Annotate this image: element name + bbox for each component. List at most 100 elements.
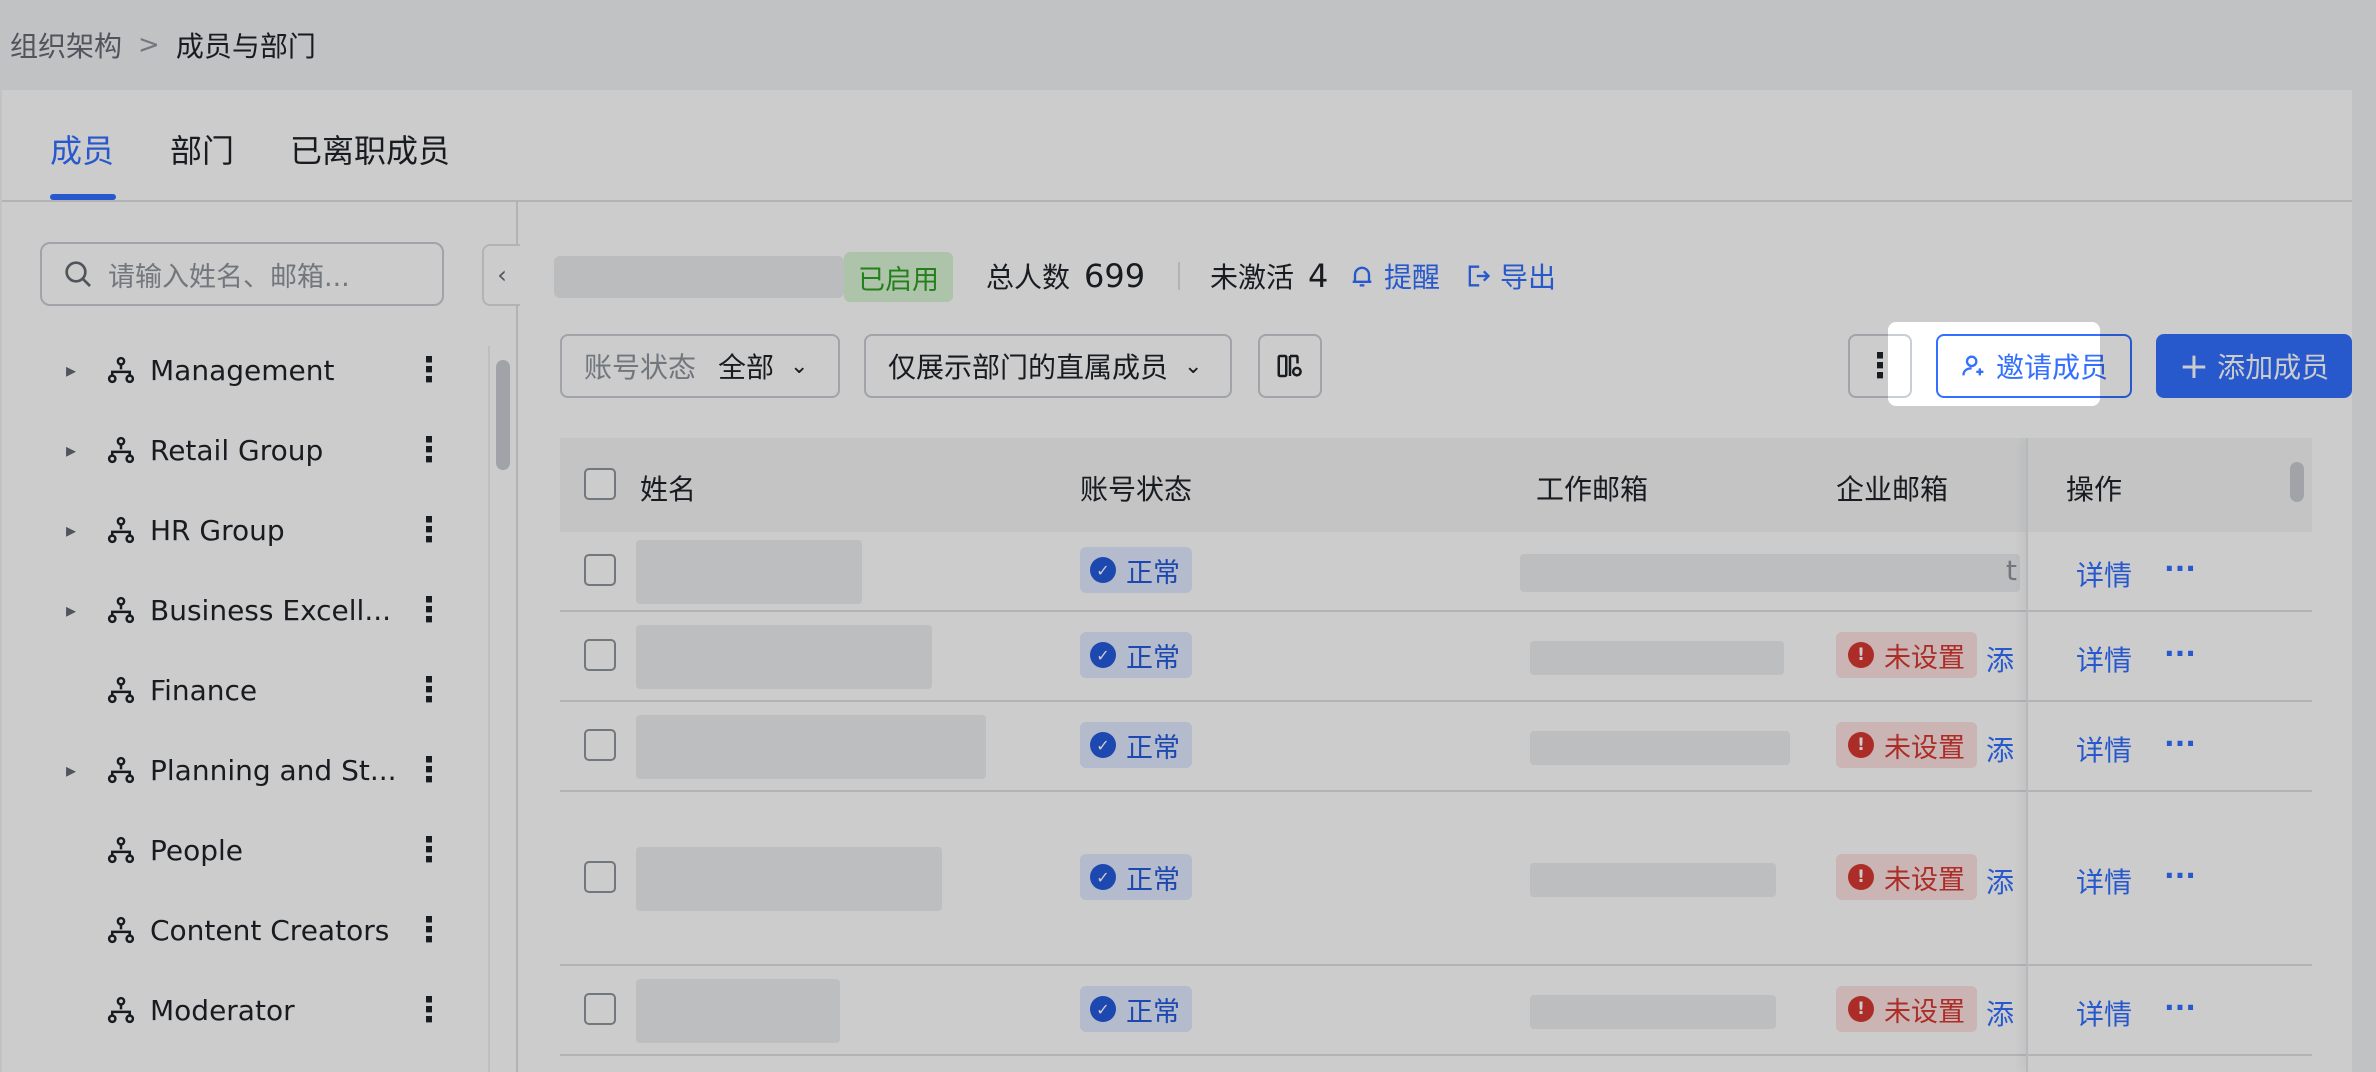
more-vertical-icon[interactable]: ⋮ (412, 750, 446, 790)
tab-departments[interactable]: 部门 (170, 126, 234, 172)
sidebar-item-label: Retail Group (150, 433, 324, 467)
corp-email-status-badge: ! 未设置 (1836, 986, 1977, 1032)
remind-link[interactable]: 提醒 (1348, 256, 1440, 296)
status-badge: ✓ 正常 (1080, 722, 1192, 768)
tree-scroll-track (488, 346, 490, 1072)
org-tree-icon (106, 355, 136, 385)
add-member-button[interactable]: + 添加成员 (2156, 334, 2352, 398)
sidebar-item-department[interactable]: ▸ HR Group ⋮ (2, 490, 462, 570)
sidebar-item-department[interactable]: Content Creators ⋮ (2, 890, 462, 970)
sidebar-item-label: Planning and St... (150, 753, 397, 787)
column-settings-button[interactable] (1258, 334, 1322, 398)
total-count: 总人数 699 (986, 256, 1145, 296)
table-scrollbar[interactable] (2290, 462, 2304, 502)
column-settings-icon (1277, 354, 1302, 378)
more-vertical-icon[interactable]: ⋮ (412, 430, 446, 470)
tab-bar: 成员 部门 已离职成员 (2, 90, 2352, 202)
more-vertical-icon[interactable]: ⋮ (412, 510, 446, 550)
caret-right-icon[interactable]: ▸ (66, 358, 76, 382)
sidebar-item-department[interactable]: People ⋮ (2, 810, 462, 890)
members-table: 姓名 账号状态 工作邮箱 企业邮箱 操作 ✓ 正常 t 详情 ··· ✓ 正常! 未设置添详情… (560, 438, 2312, 1072)
chevron-down-icon: ⌄ (1184, 353, 1203, 379)
direct-members-label: 仅展示部门的直属成员 (888, 351, 1169, 384)
check-circle-icon: ✓ (1090, 557, 1116, 583)
filter-toolbar: 账号状态 全部 ⌄ 仅展示部门的直属成员 ⌄ ⋮ 邀请成员 + 添加成员 (560, 334, 2360, 400)
bell-icon (1352, 266, 1372, 287)
caret-right-icon[interactable]: ▸ (66, 438, 76, 462)
sidebar-item-department[interactable]: Moderator ⋮ (2, 970, 462, 1050)
row-checkbox[interactable] (584, 729, 616, 761)
sidebar-item-label: Content Creators (150, 913, 390, 947)
chevron-left-icon: ‹ (497, 261, 507, 289)
more-vertical-icon[interactable]: ⋮ (412, 350, 446, 390)
inactive-value: 4 (1308, 257, 1329, 295)
alert-circle-icon: ! (1848, 996, 1874, 1022)
sidebar-item-department[interactable]: ▸ Retail Group ⋮ (2, 410, 462, 490)
name-redacted (636, 979, 840, 1043)
total-value: 699 (1084, 257, 1146, 295)
invite-label: 邀请成员 (1995, 351, 2108, 384)
status-text: 正常 (1126, 732, 1180, 764)
sidebar-item-department[interactable]: ▸ Planning and St... ⋮ (2, 730, 462, 810)
name-redacted (636, 625, 932, 689)
status-text: 正常 (1126, 642, 1180, 674)
row-checkbox[interactable] (584, 639, 616, 671)
account-status-label: 账号状态 (584, 351, 697, 384)
search-input[interactable]: 请输入姓名、邮箱... (40, 242, 444, 306)
select-all-checkbox[interactable] (584, 468, 616, 500)
work-email-redacted (1530, 995, 1776, 1029)
org-tree-icon (106, 595, 136, 625)
status-badge: ✓ 正常 (1080, 986, 1192, 1032)
sidebar-item-label: People (150, 833, 244, 867)
tree-scrollbar[interactable] (496, 360, 510, 470)
collapse-sidebar-button[interactable]: ‹ (482, 244, 520, 306)
fixed-column-shadow (2026, 438, 2312, 1072)
export-link[interactable]: 导出 (1464, 256, 1556, 296)
invite-members-button[interactable]: 邀请成员 (1936, 334, 2132, 398)
caret-right-icon[interactable]: ▸ (66, 598, 76, 622)
add-corp-email-link[interactable]: 添 (1986, 639, 2014, 679)
caret-right-icon[interactable]: ▸ (66, 518, 76, 542)
breadcrumb-current: 成员与部门 (175, 30, 316, 63)
sidebar-item-department[interactable]: ▸ Business Excell... ⋮ (2, 570, 462, 650)
more-vertical-icon[interactable]: ⋮ (412, 910, 446, 950)
more-vertical-icon[interactable]: ⋮ (412, 990, 446, 1030)
more-vertical-icon[interactable]: ⋮ (412, 590, 446, 630)
direct-members-select[interactable]: 仅展示部门的直属成员 ⌄ (864, 334, 1232, 398)
row-checkbox[interactable] (584, 993, 616, 1025)
alert-circle-icon: ! (1848, 642, 1874, 668)
sidebar-item-label: HR Group (150, 513, 285, 547)
stats-bar: 已启用 总人数 699 未激活 4 提醒 导出 (520, 250, 1720, 306)
remind-label: 提醒 (1384, 261, 1441, 294)
org-tree-icon (106, 835, 136, 865)
name-redacted (636, 715, 986, 779)
export-label: 导出 (1500, 261, 1557, 294)
add-corp-email-link[interactable]: 添 (1986, 861, 2014, 901)
more-actions-button[interactable]: ⋮ (1848, 334, 1912, 398)
add-label: 添加成员 (2217, 351, 2330, 384)
alert-circle-icon: ! (1848, 864, 1874, 890)
status-text: 正常 (1126, 996, 1180, 1028)
work-email-redacted (1530, 641, 1784, 675)
tab-departed-members[interactable]: 已离职成员 (290, 126, 450, 172)
more-vertical-icon[interactable]: ⋮ (412, 670, 446, 710)
row-checkbox[interactable] (584, 861, 616, 893)
tab-members[interactable]: 成员 (50, 126, 114, 172)
status-badge: 已启用 (844, 252, 953, 302)
account-status-value: 全部 (718, 351, 775, 384)
add-corp-email-link[interactable]: 添 (1986, 729, 2014, 769)
sidebar-item-department[interactable]: Finance ⋮ (2, 650, 462, 730)
department-sidebar: 请输入姓名、邮箱... ‹ ▸ Management ⋮ ▸ Retail Group ⋮… (2, 202, 520, 1072)
total-label: 总人数 (986, 261, 1071, 294)
row-checkbox[interactable] (584, 554, 616, 586)
sidebar-item-label: Management (150, 353, 335, 387)
account-status-select[interactable]: 账号状态 全部 ⌄ (560, 334, 840, 398)
caret-right-icon[interactable]: ▸ (66, 758, 76, 782)
sidebar-item-department[interactable]: ▸ Management ⋮ (2, 330, 462, 410)
breadcrumb-parent[interactable]: 组织架构 (10, 25, 122, 65)
content-panel: 成员 部门 已离职成员 请输入姓名、邮箱... ‹ ▸ Management ⋮ ▸ R… (2, 90, 2352, 1072)
inactive-label: 未激活 (1210, 261, 1295, 294)
column-account-status: 账号状态 (1080, 473, 1193, 506)
add-corp-email-link[interactable]: 添 (1986, 993, 2014, 1033)
more-vertical-icon[interactable]: ⋮ (412, 830, 446, 870)
